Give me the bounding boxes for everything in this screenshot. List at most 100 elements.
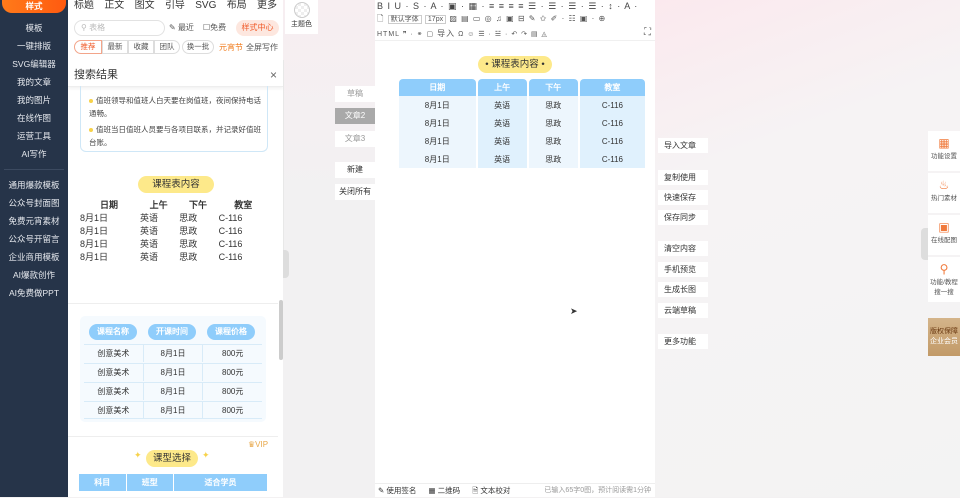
sidebar-item[interactable]: AI写作 [0, 145, 68, 163]
tab[interactable]: 图文 [135, 0, 155, 13]
toolbar-row-1[interactable]: B I U · S · A · ▣ · ▦ · ≡ ≡ ≡ ≡ ☰ · ☰ · … [377, 0, 638, 12]
fullscreen-icon[interactable]: ⛶ [644, 27, 651, 38]
sidebar-item[interactable]: AI免费做PPT [0, 284, 68, 302]
type-table[interactable]: 科目 班型 适合学员 [78, 474, 268, 491]
search-input[interactable]: ⚲ 表格 [74, 20, 165, 36]
sidebar-item[interactable]: 公众号封面图 [0, 194, 68, 212]
tab[interactable]: SVG [195, 0, 216, 13]
sidebar: 样式 模板 一键排版 SVG编辑器 我的文章 我的图片 在线作图 运营工具 AI… [0, 0, 68, 497]
sidebar-item[interactable]: 在线作图 [0, 109, 68, 127]
new-button[interactable]: 新建 [335, 162, 375, 178]
swap-button[interactable]: 换一批 [182, 40, 214, 54]
font-family-select[interactable]: 默认字体 [387, 15, 422, 24]
festival-link[interactable]: 元宵节 [219, 42, 243, 53]
sidebar-item[interactable]: SVG编辑器 [0, 55, 68, 73]
sidebar-item[interactable]: 免费元宵素材 [0, 212, 68, 230]
course-template[interactable]: 课程名称 开课时间 课程价格 创意美术 8月1日 800元 创意美术 8月1日 800元… [80, 316, 266, 422]
chip-favorites[interactable]: 收藏 [128, 40, 154, 54]
schedule-template[interactable]: 课程表内容 日期 上午 下午 教室 8月1日 英语 思政 C-116 8月1日 英语 思政 C-1… [78, 170, 274, 263]
theme-color-button[interactable]: 主题色 [285, 0, 318, 34]
close-all-button[interactable]: 关闭所有 [335, 184, 375, 200]
sidebar-item[interactable]: 通用爆款模板 [0, 176, 68, 194]
import-article-button[interactable]: 导入文章 [658, 138, 708, 153]
toolbar-row-3[interactable]: HTML ❞ · ⚭ ▢ 导入 Ω ☺ ☰ · ☱ · ↶ ↷ ▤ ◬ [377, 28, 548, 39]
results-title: 搜索结果 [74, 69, 118, 81]
tab-draft[interactable]: 草稿 [335, 86, 375, 102]
close-icon[interactable]: × [270, 63, 277, 87]
fullscreen-link[interactable]: 全屏写作 [246, 42, 278, 53]
search-placeholder: 表格 [89, 23, 106, 32]
tab[interactable]: 引导 [165, 0, 185, 13]
sidebar-item[interactable]: 企业商用模板 [0, 248, 68, 266]
notice-template[interactable]: 值班领导和值班人白天要在岗值班，夜间保持电话通畅。 值班当日值班人员要与各项目联… [80, 86, 268, 152]
signature-button[interactable]: ✎ 使用签名 [378, 486, 416, 495]
table-row: 8月1日 英语 思政 C-116 [80, 225, 243, 237]
qrcode-button[interactable]: ▦ 二维码 [428, 486, 460, 495]
enterprise-vip-button[interactable]: 版权保障 企业会员 [928, 318, 960, 356]
chip-recommended[interactable]: 推荐 [74, 40, 102, 54]
recent-button[interactable]: ✎ 最近 [169, 22, 194, 33]
sidebar-item-style[interactable]: 样式 [2, 0, 66, 13]
actions-area: 导入文章 复制使用 快速保存 保存同步 清空内容 手机预览 生成长图 云端草稿 … [570, 0, 960, 497]
column-header: 课程价格 [207, 324, 255, 340]
chip-team[interactable]: 团队 [154, 40, 180, 54]
tab-article3[interactable]: 文章3 [335, 131, 375, 147]
sidebar-item[interactable]: 运营工具 [0, 127, 68, 145]
sidebar-item[interactable]: 一键排版 [0, 37, 68, 55]
sidebar-item[interactable]: 公众号开留言 [0, 230, 68, 248]
rail-search[interactable]: ⚲ 功能/教程搜一搜 [928, 257, 960, 302]
image-icon: ▣ [938, 220, 950, 234]
import-button[interactable]: 导入 [437, 29, 455, 38]
mobile-preview-button[interactable]: 手机预览 [658, 262, 708, 277]
style-center-button[interactable]: 样式中心 [236, 20, 279, 36]
rail-images[interactable]: ▣ 在线配图 [928, 215, 960, 255]
recent-label: 最近 [177, 23, 194, 32]
cloud-draft-button[interactable]: 云端草稿 [658, 303, 708, 318]
page-icon[interactable]: 🗋 [377, 14, 384, 23]
table-row: 8月1日 英语 思政 C-116 [399, 132, 645, 150]
panel-edge [283, 60, 289, 265]
rail-settings[interactable]: ▦ 功能设置 [928, 131, 960, 171]
toolbar-icons[interactable]: ▨ ▤ ▭ ◎ ♫ ▣ ⊟ ✎ ✩ ✐ · ☷ ▣ · ⊕ [449, 14, 606, 23]
tab[interactable]: 标题 [74, 0, 94, 13]
sidebar-item[interactable]: 我的图片 [0, 91, 68, 109]
more-functions-button[interactable]: 更多功能 [658, 334, 708, 349]
tab-article2[interactable]: 文章2 [335, 108, 375, 124]
table-row: 创意美术 8月1日 800元 [84, 363, 262, 381]
table-row: 8月1日 英语 思政 C-116 [80, 238, 243, 250]
free-checkbox[interactable]: ☐免费 [203, 22, 226, 33]
long-image-button[interactable]: 生成长图 [658, 282, 708, 297]
collapse-handle[interactable] [283, 250, 289, 278]
divider [375, 40, 655, 41]
copy-use-button[interactable]: 复制使用 [658, 170, 708, 185]
rail-materials[interactable]: ♨ 热门素材 [928, 173, 960, 213]
font-size-select[interactable]: 17px [424, 15, 447, 24]
vip-badge: ♛VIP [248, 440, 269, 449]
sidebar-item[interactable]: 模板 [0, 19, 68, 37]
editor-schedule-table[interactable]: 日期 上午 下午 教室 8月1日 英语 思政 C-116 8月1日 英语 思政 C-116 8月1… [397, 79, 647, 168]
rail-collapse-handle[interactable] [921, 228, 928, 260]
save-sync-button[interactable]: 保存同步 [658, 210, 708, 225]
toolbar-icons[interactable]: HTML ❞ · ⚭ ▢ [377, 31, 434, 38]
divider [68, 436, 278, 437]
tab[interactable]: 正文 [104, 0, 124, 13]
chip-latest[interactable]: 最新 [102, 40, 128, 54]
notice-line: 值班领导和值班人白天要在岗值班，夜间保持电话通畅。 [89, 96, 261, 118]
sparkle-icon: ✦ [202, 450, 210, 460]
tab[interactable]: 更多 [257, 0, 277, 13]
free-label: 免费 [210, 23, 227, 32]
table-row: 8月1日 英语 思政 C-116 [80, 212, 243, 224]
sidebar-item[interactable]: AI爆款创作 [0, 266, 68, 284]
tab[interactable]: 布局 [227, 0, 247, 13]
table-row: 8月1日 英语 思政 C-116 [399, 150, 645, 168]
style-panel: 标题 正文 图文 引导 SVG 布局 更多 ⚲ 表格 ✎ 最近 ☐免费 样式中心… [68, 0, 283, 497]
proofread-button[interactable]: 🗎 文本校对 [472, 486, 510, 495]
results-header: 搜索结果 × [68, 63, 283, 87]
toolbar-row-2[interactable]: 🗋 默认字体 17px ▨ ▤ ▭ ◎ ♫ ▣ ⊟ ✎ ✩ ✐ · ☷ ▣ · … [377, 13, 606, 27]
quick-save-button[interactable]: 快速保存 [658, 190, 708, 205]
clear-content-button[interactable]: 清空内容 [658, 241, 708, 256]
divider [4, 169, 64, 170]
column-header: 开课时间 [148, 324, 196, 340]
toolbar-icons[interactable]: Ω ☺ ☰ · ☱ · ↶ ↷ ▤ ◬ [458, 31, 548, 38]
sidebar-item[interactable]: 我的文章 [0, 73, 68, 91]
